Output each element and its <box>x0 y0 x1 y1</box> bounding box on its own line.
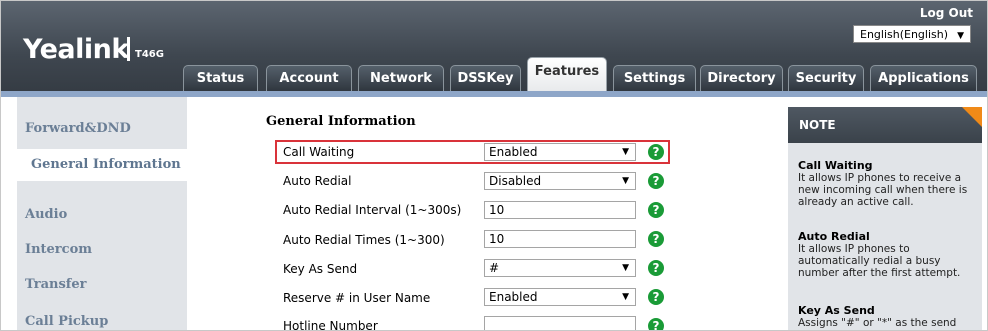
help-icon[interactable]: ? <box>648 202 664 218</box>
chevron-down-icon: ▼ <box>622 292 629 302</box>
language-select-value: English(English) <box>860 28 949 41</box>
tab-settings[interactable]: Settings <box>613 65 696 91</box>
language-select[interactable]: English(English) ▼ <box>853 25 971 43</box>
call-waiting-select[interactable]: Enabled ▼ <box>484 143 636 161</box>
chevron-down-icon: ▼ <box>957 31 964 41</box>
main-tabs: Status Account Network DSSKey Features S… <box>1 57 987 91</box>
sidebar-item-transfer[interactable]: Transfer <box>25 277 86 293</box>
reserve-hash-label: Reserve # in User Name <box>283 291 431 305</box>
yealink-logo: Yealink <box>23 34 129 65</box>
sidebar-item-call-pickup[interactable]: Call Pickup <box>25 314 108 330</box>
auto-redial-interval-input[interactable]: 10 <box>484 201 636 219</box>
note-entry-text: Assigns "#" or "*" as the send <box>798 317 957 329</box>
tab-applications[interactable]: Applications <box>870 65 977 91</box>
help-icon[interactable]: ? <box>648 318 664 330</box>
header-bar: Yealink T46G Log Out English(English) ▼ … <box>1 1 987 91</box>
tab-account[interactable]: Account <box>266 65 352 91</box>
key-as-send-select[interactable]: # ▼ <box>484 259 636 277</box>
tab-directory[interactable]: Directory <box>700 65 783 91</box>
logout-link[interactable]: Log Out <box>920 6 973 20</box>
note-entry-title: Auto Redial <box>798 230 870 243</box>
note-entry-text: It allows IP phones to receive a new inc… <box>798 172 968 208</box>
auto-redial-times-label: Auto Redial Times (1~300) <box>283 233 445 247</box>
auto-redial-select[interactable]: Disabled ▼ <box>484 172 636 190</box>
auto-redial-label: Auto Redial <box>283 174 352 188</box>
settings-panel <box>187 97 779 330</box>
help-icon[interactable]: ? <box>648 144 664 160</box>
web-ui-frame: Yealink T46G Log Out English(English) ▼ … <box>0 0 988 331</box>
chevron-down-icon: ▼ <box>622 176 629 186</box>
auto-redial-value: Disabled <box>489 174 542 188</box>
note-entry-title: Call Waiting <box>798 159 873 172</box>
tab-status[interactable]: Status <box>183 65 258 91</box>
call-waiting-label: Call Waiting <box>283 145 355 159</box>
chevron-down-icon: ▼ <box>622 147 629 157</box>
note-corner-accent <box>962 107 982 127</box>
note-header: NOTE <box>788 107 982 143</box>
help-icon[interactable]: ? <box>648 260 664 276</box>
auto-redial-interval-value: 10 <box>489 203 505 217</box>
tab-network[interactable]: Network <box>358 65 444 91</box>
help-icon[interactable]: ? <box>648 289 664 305</box>
reserve-hash-value: Enabled <box>489 290 538 304</box>
hotline-number-label: Hotline Number <box>283 319 378 331</box>
note-entry-text: It allows IP phones to automatically red… <box>798 243 961 279</box>
sidebar-item-forward-dnd[interactable]: Forward&DND <box>25 121 131 137</box>
auto-redial-interval-label: Auto Redial Interval (1~300s) <box>283 203 462 217</box>
note-entry-title: Key As Send <box>798 304 875 317</box>
section-title: General Information <box>266 114 416 129</box>
key-as-send-value: # <box>489 261 500 275</box>
sidebar-item-general-information[interactable]: General Information <box>17 149 187 181</box>
tab-features[interactable]: Features <box>527 57 607 91</box>
note-title: NOTE <box>799 118 836 132</box>
key-as-send-label: Key As Send <box>283 262 358 276</box>
call-waiting-value: Enabled <box>489 145 538 159</box>
sidebar-item-audio[interactable]: Audio <box>25 207 67 223</box>
tab-security[interactable]: Security <box>788 65 864 91</box>
auto-redial-times-input[interactable]: 10 <box>484 230 636 248</box>
reserve-hash-select[interactable]: Enabled ▼ <box>484 288 636 306</box>
chevron-down-icon: ▼ <box>622 263 629 273</box>
tab-dsskey[interactable]: DSSKey <box>450 65 521 91</box>
auto-redial-times-value: 10 <box>489 232 505 246</box>
sidebar-item-intercom[interactable]: Intercom <box>25 242 92 258</box>
logo-separator <box>127 37 130 61</box>
model-label: T46G <box>135 49 164 60</box>
help-icon[interactable]: ? <box>648 231 664 247</box>
help-icon[interactable]: ? <box>648 173 664 189</box>
hotline-number-input[interactable] <box>484 316 636 330</box>
